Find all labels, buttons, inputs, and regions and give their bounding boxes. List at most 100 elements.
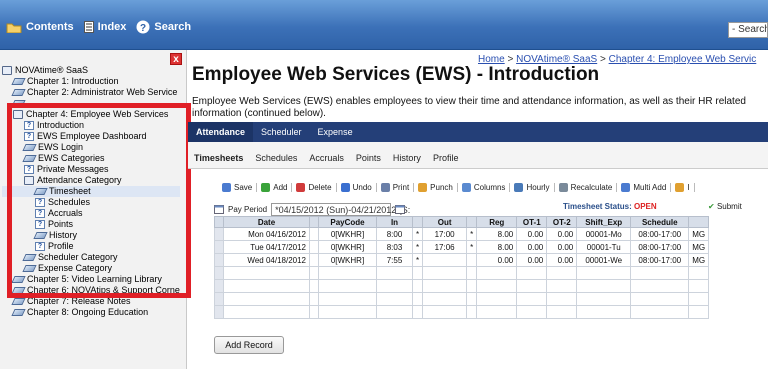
table-cell[interactable] (630, 279, 690, 293)
search-input[interactable]: - Search (728, 22, 768, 38)
table-cell[interactable] (376, 305, 413, 319)
calendar-picker-icon[interactable] (395, 204, 406, 214)
hourly-button[interactable]: Hourly (510, 182, 555, 192)
save-button[interactable]: Save (218, 182, 258, 192)
table-cell[interactable]: 0[WKHR] (318, 227, 377, 241)
toc-item[interactable]: Chapter 7: Release Notes (2, 296, 180, 307)
table-cell[interactable] (466, 305, 478, 319)
table-cell[interactable] (214, 240, 224, 254)
table-cell[interactable] (576, 266, 632, 280)
search-link[interactable]: ? Search (136, 20, 191, 34)
table-cell[interactable] (411, 279, 424, 293)
columns-button[interactable]: Columns (458, 182, 511, 192)
table-cell[interactable] (309, 227, 319, 241)
table-cell[interactable] (466, 266, 478, 280)
table-cell[interactable]: * (466, 240, 478, 254)
table-cell[interactable] (476, 305, 518, 319)
table-cell[interactable] (476, 266, 518, 280)
table-cell[interactable] (214, 227, 224, 241)
table-cell[interactable] (318, 266, 377, 280)
table-cell[interactable] (630, 266, 690, 280)
table-cell[interactable]: MG (688, 253, 710, 267)
table-cell[interactable]: 0.00 (546, 253, 578, 267)
table-cell[interactable] (411, 266, 424, 280)
toc-item[interactable]: Chapter 8: Ongoing Education (2, 307, 180, 318)
table-cell[interactable]: 8:03 (376, 240, 413, 254)
toc-item[interactable]: ? Introduction (2, 120, 180, 131)
table-cell[interactable] (516, 292, 548, 306)
column-header[interactable]: Schedule (630, 216, 690, 228)
column-header[interactable] (688, 216, 710, 228)
table-cell[interactable] (376, 279, 413, 293)
toc-item[interactable]: Chapter 1: Introduction (2, 76, 180, 87)
table-cell[interactable]: * (411, 227, 424, 241)
pay-period-select[interactable]: *04/15/2012 (Sun)-04/21/2012 (S: (271, 202, 410, 216)
toc-item[interactable]: Timesheet (2, 186, 180, 197)
table-cell[interactable]: 8.00 (476, 227, 518, 241)
column-header[interactable]: Date (223, 216, 310, 228)
table-row[interactable] (214, 279, 710, 293)
toc-item[interactable]: Scheduler Category (2, 252, 180, 263)
table-cell[interactable]: 0.00 (516, 240, 548, 254)
tab-attendance[interactable]: Attendance (188, 122, 254, 142)
column-header[interactable] (411, 216, 424, 228)
table-cell[interactable]: 0[WKHR] (318, 253, 377, 267)
table-cell[interactable]: 7:55 (376, 253, 413, 267)
multi-add-button[interactable]: Multi Add (617, 182, 672, 192)
table-row[interactable]: Mon 04/16/2012 0[WKHR] 8:00 * 17:00 * 8.00 0.00… (214, 227, 710, 241)
table-cell[interactable]: * (411, 240, 424, 254)
table-cell[interactable] (214, 253, 224, 267)
subtab-accruals[interactable]: Accruals (303, 142, 350, 168)
table-cell[interactable]: Wed 04/18/2012 (223, 253, 310, 267)
table-cell[interactable] (476, 292, 518, 306)
table-cell[interactable]: Mon 04/16/2012 (223, 227, 310, 241)
table-cell[interactable] (214, 305, 224, 319)
table-cell[interactable] (476, 279, 518, 293)
table-cell[interactable]: MG (688, 240, 710, 254)
table-cell[interactable]: 17:06 (422, 240, 468, 254)
toc-item[interactable]: ? Points (2, 219, 180, 230)
table-cell[interactable]: 08:00-17:00 (630, 240, 690, 254)
table-cell[interactable] (576, 279, 632, 293)
subtab-timesheets[interactable]: Timesheets (188, 142, 249, 168)
table-cell[interactable] (466, 253, 478, 267)
i-button[interactable]: I (671, 182, 695, 192)
table-cell[interactable] (516, 305, 548, 319)
table-cell[interactable] (422, 253, 468, 267)
submit-button[interactable]: ✔ Submit (708, 202, 742, 211)
table-cell[interactable]: * (466, 227, 478, 241)
table-cell[interactable] (422, 279, 468, 293)
column-header[interactable]: OT-2 (546, 216, 578, 228)
toc-item[interactable]: History (2, 230, 180, 241)
column-header[interactable]: Shift_Exp (576, 216, 632, 228)
table-cell[interactable] (223, 266, 310, 280)
tab-expense[interactable]: Expense (310, 122, 361, 142)
print-button[interactable]: Print (377, 182, 415, 192)
contents-link[interactable]: Contents (6, 21, 74, 33)
table-cell[interactable]: 8.00 (476, 240, 518, 254)
table-cell[interactable]: 17:00 (422, 227, 468, 241)
add-record-button[interactable]: Add Record (214, 336, 284, 354)
close-icon[interactable]: x (170, 53, 182, 65)
table-row[interactable]: Wed 04/18/2012 0[WKHR] 7:55 * 0.00 0.00 0.00 00… (214, 253, 710, 267)
subtab-history[interactable]: History (387, 142, 427, 168)
column-header[interactable] (309, 216, 319, 228)
table-cell[interactable] (422, 292, 468, 306)
table-cell[interactable] (318, 305, 377, 319)
table-cell[interactable] (223, 279, 310, 293)
table-cell[interactable] (214, 292, 224, 306)
toc-item[interactable]: Chapter 5: Video Learning Library (2, 274, 180, 285)
index-link[interactable]: Index (83, 21, 126, 33)
table-cell[interactable] (318, 279, 377, 293)
column-header[interactable] (214, 216, 224, 228)
toc-item[interactable]: Chapter 4: Employee Web Services (2, 109, 180, 120)
table-cell[interactable] (630, 292, 690, 306)
table-cell[interactable] (223, 292, 310, 306)
toc-item[interactable]: ? Schedules (2, 197, 180, 208)
table-cell[interactable] (576, 292, 632, 306)
table-cell[interactable]: 00001-Mo (576, 227, 632, 241)
table-cell[interactable] (376, 292, 413, 306)
table-cell[interactable] (516, 266, 548, 280)
table-cell[interactable] (214, 279, 224, 293)
column-header[interactable]: PayCode (318, 216, 377, 228)
